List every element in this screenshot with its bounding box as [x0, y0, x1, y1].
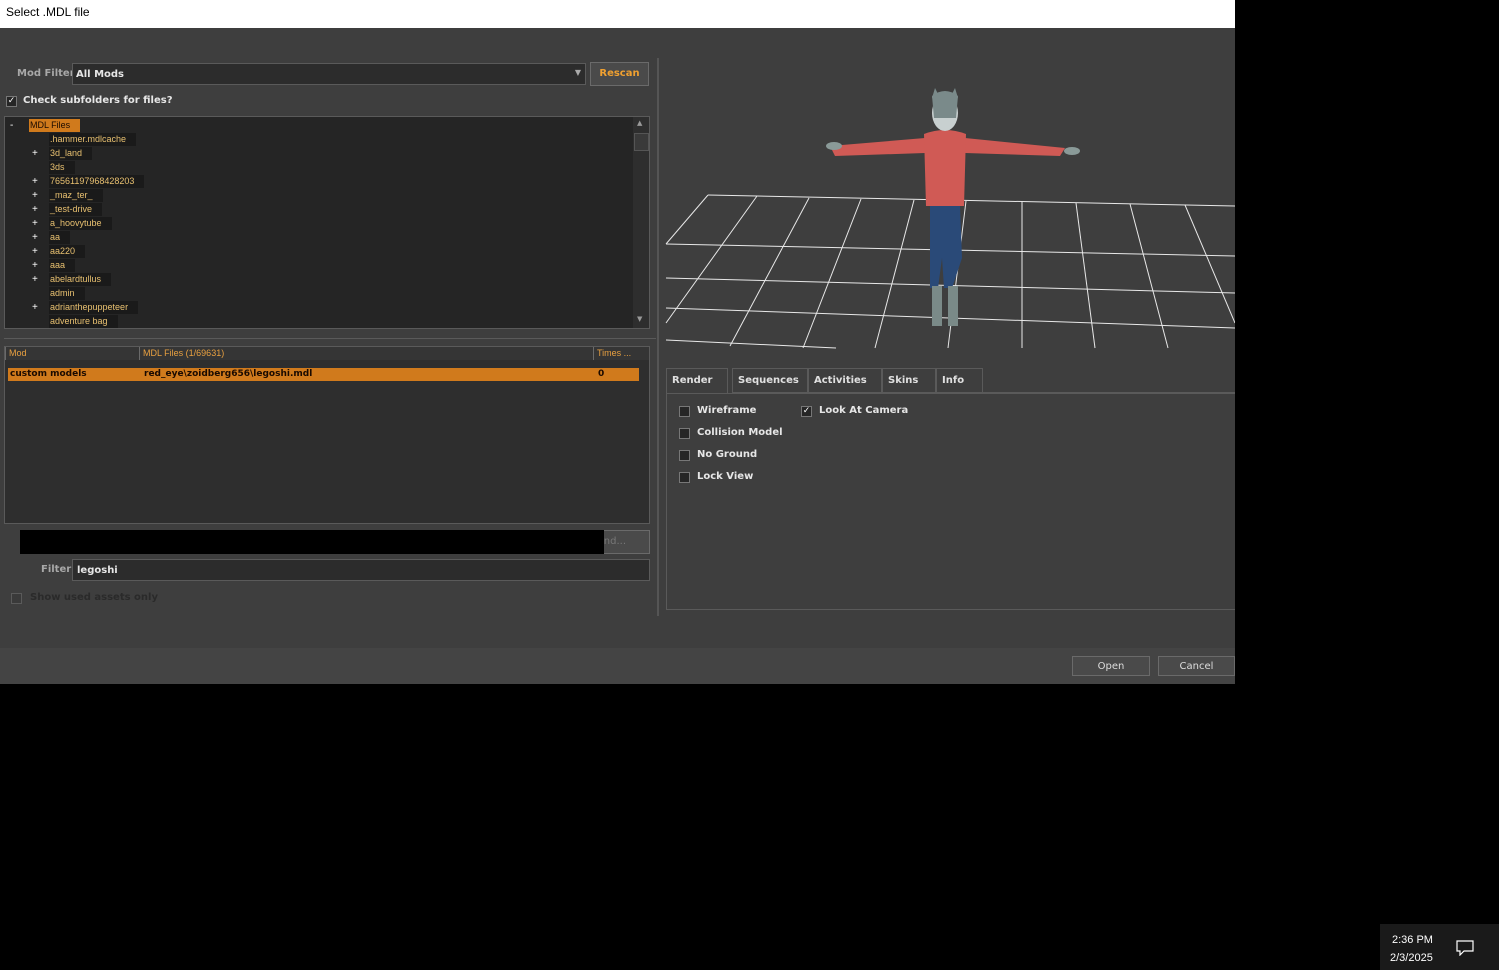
window-title: Select .MDL file: [6, 5, 90, 19]
model-preview: [665, 88, 1236, 349]
lock-view-label: Lock View: [697, 471, 754, 482]
checkmark-icon: ✓: [7, 96, 16, 106]
tree-root-label: MDL Files: [29, 119, 81, 132]
tree-item-label: aaa: [49, 259, 76, 272]
cancel-button[interactable]: Cancel: [1158, 656, 1235, 676]
clock-time: 2:36 PM: [1392, 934, 1433, 946]
column-header-mod[interactable]: Mod: [5, 347, 140, 360]
tree-item-label: _maz_ter_: [49, 189, 103, 202]
no-ground-label: No Ground: [697, 449, 758, 460]
render-panel: [666, 393, 1235, 610]
row-file: red_eye\zoidberg656\legoshi.mdl: [144, 369, 313, 379]
column-header-times[interactable]: Times ...: [593, 347, 649, 360]
splitter[interactable]: [4, 338, 656, 339]
tree-item-label: .hammer.mdlcache: [49, 133, 137, 146]
expand-icon[interactable]: +: [32, 203, 38, 216]
tree-item-label: adventure bag: [49, 315, 118, 328]
filter-input[interactable]: legoshi: [72, 559, 650, 581]
filter-label: Filter: [41, 564, 72, 575]
find-input[interactable]: [20, 530, 604, 554]
look-at-camera-label: Look At Camera: [819, 405, 909, 416]
footer-bar: [0, 648, 1235, 684]
tree-scrollbar[interactable]: ▲ ▼: [633, 117, 649, 328]
notification-icon[interactable]: [1456, 940, 1474, 956]
tree-item-label: adrianthepuppeteer: [49, 301, 139, 314]
mdl-tree[interactable]: - MDL Files .hammer.mdlcache +3d_land 3ds +…: [4, 116, 650, 329]
tree-item-label: 3ds: [49, 161, 75, 174]
clock-date: 2/3/2025: [1390, 952, 1433, 964]
model-viewport[interactable]: [660, 58, 1236, 358]
find-button[interactable]: ind...: [600, 530, 650, 554]
tree-item-label: aa: [49, 231, 71, 244]
look-at-camera-checkbox[interactable]: ✓: [801, 406, 812, 417]
row-mod: custom models: [10, 369, 87, 379]
tree-item-label: admin: [49, 287, 85, 300]
tab-sequences[interactable]: Sequences: [732, 368, 808, 393]
expand-icon[interactable]: +: [32, 217, 38, 230]
mod-filter-label: Mod Filter: [17, 68, 75, 79]
expand-icon[interactable]: +: [32, 147, 38, 160]
filter-value: legoshi: [77, 565, 118, 576]
taskbar-clock[interactable]: 2:36 PM 2/3/2025: [1380, 924, 1499, 970]
used-assets-checkbox[interactable]: [11, 593, 22, 604]
character-model: [826, 88, 1080, 326]
subfolders-checkbox[interactable]: ✓: [6, 96, 17, 107]
open-button[interactable]: Open: [1072, 656, 1150, 676]
tab-activities[interactable]: Activities: [808, 368, 882, 393]
vertical-divider[interactable]: [657, 58, 659, 616]
column-header-files[interactable]: MDL Files (1/69631): [139, 347, 593, 360]
table-row[interactable]: [8, 368, 639, 381]
scroll-thumb[interactable]: [634, 133, 649, 151]
tree-item-label: a_hoovytube: [49, 217, 112, 230]
tab-info[interactable]: Info: [936, 368, 983, 393]
wireframe-label: Wireframe: [697, 405, 757, 416]
used-assets-label: Show used assets only: [30, 592, 158, 603]
subfolders-label: Check subfolders for files?: [23, 95, 173, 106]
collapse-icon[interactable]: -: [10, 119, 13, 132]
tree-item-label: 76561197968428203: [49, 175, 145, 188]
expand-icon[interactable]: +: [32, 273, 38, 286]
expand-icon[interactable]: +: [32, 259, 38, 272]
tree-item-label: aa220: [49, 245, 86, 258]
tree-item-label: abelardtullus: [49, 273, 112, 286]
no-ground-checkbox[interactable]: [679, 450, 690, 461]
collision-model-checkbox[interactable]: [679, 428, 690, 439]
scroll-down-icon[interactable]: ▼: [637, 315, 642, 323]
mod-filter-dropdown[interactable]: All Mods ▼: [72, 63, 586, 85]
tree-item-label: _test-drive: [49, 203, 103, 216]
title-bar: Select .MDL file: [0, 0, 1235, 28]
tab-skins[interactable]: Skins: [882, 368, 936, 393]
tab-render[interactable]: Render: [666, 368, 728, 393]
collision-model-label: Collision Model: [697, 427, 783, 438]
expand-icon[interactable]: +: [32, 231, 38, 244]
chevron-down-icon: ▼: [574, 68, 581, 77]
mod-filter-value: All Mods: [76, 69, 125, 80]
scroll-up-icon[interactable]: ▲: [637, 119, 642, 127]
expand-icon[interactable]: +: [32, 301, 38, 314]
rescan-button[interactable]: Rescan: [590, 62, 649, 86]
wireframe-checkbox[interactable]: [679, 406, 690, 417]
expand-icon[interactable]: +: [32, 175, 38, 188]
row-times: 0: [598, 369, 605, 379]
expand-icon[interactable]: +: [32, 245, 38, 258]
tree-item-label: 3d_land: [49, 147, 93, 160]
expand-icon[interactable]: +: [32, 189, 38, 202]
lock-view-checkbox[interactable]: [679, 472, 690, 483]
checkmark-icon: ✓: [802, 406, 811, 416]
find-label: ind...: [601, 536, 626, 547]
